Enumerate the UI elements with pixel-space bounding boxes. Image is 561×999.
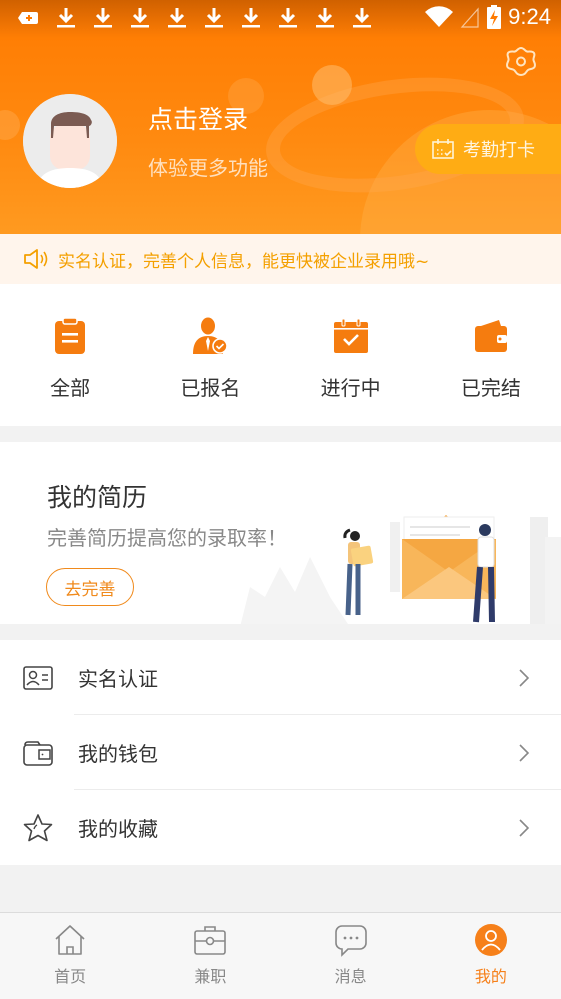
- tab-messages[interactable]: 消息: [281, 913, 421, 999]
- bottom-tab-bar: 首页 兼职 消息 我的: [0, 912, 561, 999]
- system-icons: 9:24: [424, 4, 551, 30]
- order-tab-in-progress[interactable]: 进行中: [281, 284, 421, 426]
- calendar-check-icon: [333, 318, 368, 353]
- resume-illustration: [240, 515, 561, 624]
- order-tab-label: 已完结: [460, 376, 521, 400]
- checkin-button[interactable]: 考勤打卡: [415, 124, 561, 174]
- battery-charging-icon: [487, 5, 502, 29]
- download-icon: [353, 8, 371, 28]
- chevron-right-icon: [519, 669, 530, 687]
- profile-page: 9:24 点击登录 体验更多功能 考勤打卡 实名认证，完善个人信息，能更快被企业…: [0, 0, 561, 999]
- wallet-outline-icon: [23, 741, 53, 766]
- user-check-icon: [193, 317, 229, 354]
- add-notification-icon: [18, 12, 38, 24]
- order-tab-all[interactable]: 全部: [0, 284, 140, 426]
- tab-label: 消息: [334, 967, 367, 986]
- tab-label: 兼职: [194, 967, 227, 986]
- chat-bubble-icon: [334, 925, 367, 957]
- settings-list: 实名认证 我的钱包 我的收藏: [0, 640, 561, 865]
- download-icon: [131, 8, 149, 28]
- profile-icon: [474, 924, 507, 956]
- download-icon: [57, 8, 75, 28]
- wallet-icon: [474, 320, 507, 352]
- speaker-icon: [24, 249, 48, 269]
- menu-item-label: 我的钱包: [78, 742, 158, 766]
- decor-orb: [0, 110, 20, 140]
- avatar[interactable]: [23, 94, 117, 188]
- star-icon: [23, 814, 53, 842]
- briefcase-icon: [194, 926, 227, 955]
- resume-title: 我的简历: [47, 483, 148, 512]
- notice-bar[interactable]: 实名认证，完善个人信息，能更快被企业录用哦~: [0, 234, 561, 284]
- login-subtitle: 体验更多功能: [148, 156, 268, 180]
- home-icon: [55, 925, 85, 955]
- download-icon: [205, 8, 223, 28]
- download-icon: [316, 8, 334, 28]
- order-tab-label: 已报名: [180, 376, 241, 400]
- notification-icons: [18, 6, 373, 30]
- complete-resume-button[interactable]: 去完善: [46, 568, 134, 606]
- menu-item-wallet[interactable]: 我的钱包: [0, 715, 561, 790]
- menu-item-real-name-auth[interactable]: 实名认证: [0, 640, 561, 715]
- wifi-icon: [425, 6, 454, 28]
- profile-header: 9:24 点击登录 体验更多功能 考勤打卡: [0, 0, 561, 234]
- chevron-right-icon: [519, 819, 530, 837]
- calendar-icon: [432, 139, 454, 159]
- tab-label: 首页: [54, 967, 87, 986]
- download-icon: [94, 8, 112, 28]
- download-icon: [242, 8, 260, 28]
- status-bar: 9:24: [0, 0, 561, 38]
- id-card-icon: [23, 666, 53, 690]
- order-status-bar: 全部 已报名 进行中 已完结: [0, 284, 561, 426]
- default-avatar-icon: [23, 94, 117, 188]
- login-title[interactable]: 点击登录: [148, 100, 248, 136]
- tab-label: 我的: [474, 967, 507, 986]
- menu-item-label: 我的收藏: [78, 817, 158, 841]
- tab-home[interactable]: 首页: [0, 913, 140, 999]
- resume-card[interactable]: 我的简历 完善简历提高您的录取率！ 去完善: [0, 442, 561, 624]
- order-tab-completed[interactable]: 已完结: [421, 284, 561, 426]
- menu-item-favorites[interactable]: 我的收藏: [0, 790, 561, 865]
- decor-orb: [312, 65, 352, 105]
- checkin-label: 考勤打卡: [463, 140, 535, 161]
- signal-icon: [460, 7, 479, 28]
- clock: 9:24: [508, 4, 551, 29]
- order-tab-label: 全部: [50, 376, 91, 400]
- tab-part-time[interactable]: 兼职: [140, 913, 280, 999]
- order-tab-registered[interactable]: 已报名: [140, 284, 280, 426]
- notice-text: 实名认证，完善个人信息，能更快被企业录用哦~: [58, 251, 430, 272]
- gear-icon[interactable]: [504, 45, 538, 79]
- order-tab-label: 进行中: [320, 376, 381, 400]
- chevron-right-icon: [519, 744, 530, 762]
- tab-mine[interactable]: 我的: [421, 913, 561, 999]
- download-icon: [168, 8, 186, 28]
- menu-item-label: 实名认证: [78, 667, 158, 691]
- download-icon: [279, 8, 297, 28]
- clipboard-icon: [55, 317, 86, 354]
